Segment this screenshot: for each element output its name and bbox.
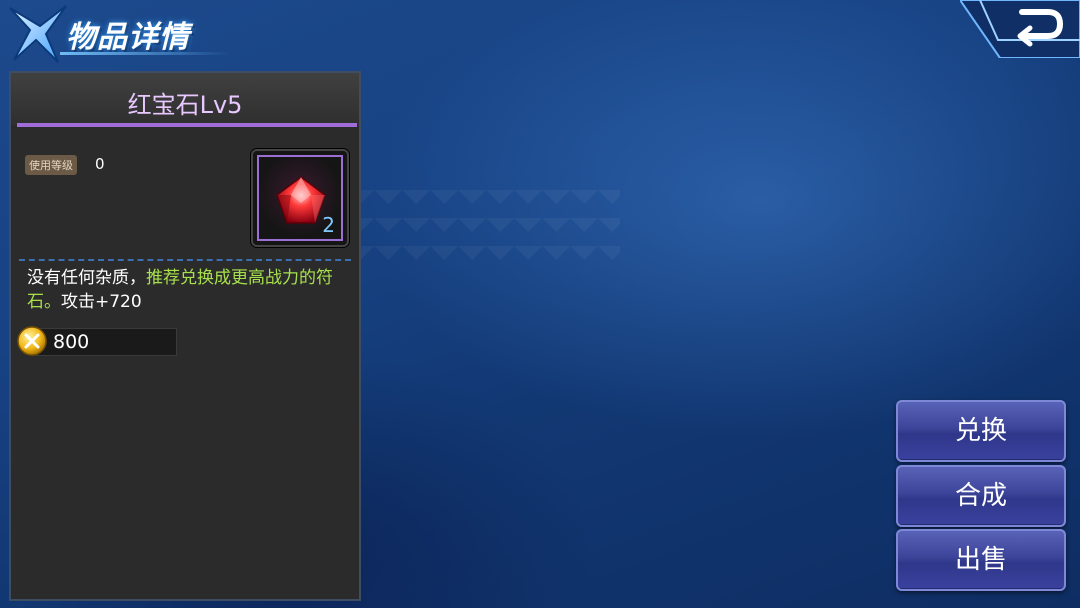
back-button[interactable] [960, 0, 1080, 58]
attack-stat: 攻击+720 [61, 292, 142, 312]
x-emblem-icon [9, 5, 67, 63]
title-bar: 物品详情 [0, 0, 250, 70]
description-plain: 没有任何杂质， [27, 268, 146, 288]
page-title: 物品详情 [66, 20, 190, 55]
item-icon-frame: 2 [257, 155, 343, 241]
item-icon-slot[interactable]: 2 [251, 149, 349, 247]
item-description: 没有任何杂质，推荐兑换成更高战力的符石。攻击+720 [27, 266, 357, 314]
item-name: 红宝石Lv5 [127, 91, 243, 119]
exchange-button[interactable]: 兑换 [896, 400, 1066, 462]
item-count: 2 [322, 213, 335, 237]
item-detail-panel: 红宝石Lv5 使用等级 0 2 没有任何杂质，推荐兑换成更高战力的符石。攻击+7… [9, 71, 361, 601]
red-gem-icon [276, 176, 326, 224]
compose-button[interactable]: 合成 [896, 465, 1066, 527]
gold-coin-icon [17, 326, 47, 356]
level-requirement-value: 0 [95, 155, 105, 173]
background-texture [360, 190, 620, 260]
header-divider [17, 123, 357, 127]
title-underline [60, 52, 230, 55]
sell-button[interactable]: 出售 [896, 529, 1066, 591]
item-detail-screen: 物品详情 红宝石Lv5 使用等级 0 2 没有任何杂质，推荐兑换成更高战力的符石… [0, 0, 1080, 608]
panel-header: 红宝石Lv5 [11, 73, 359, 125]
level-requirement-label: 使用等级 [25, 155, 77, 175]
section-divider [19, 259, 351, 261]
price-value: 800 [53, 331, 90, 353]
